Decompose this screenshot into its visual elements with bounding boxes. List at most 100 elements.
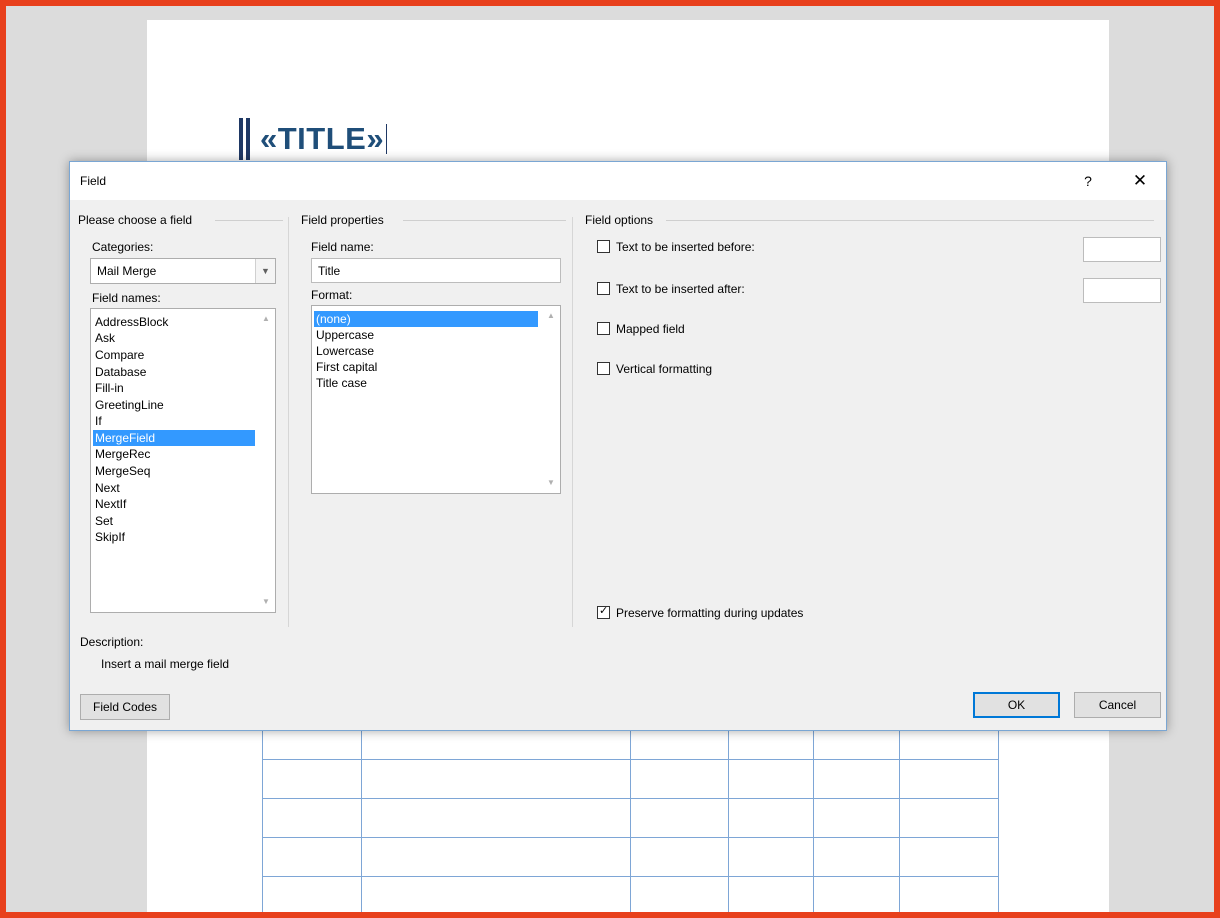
scroll-up-icon[interactable]: ▲ [257, 311, 275, 327]
table-cell[interactable] [361, 837, 631, 877]
paragraph-mark-bar [246, 118, 250, 160]
table-row [262, 837, 999, 877]
screenshot-frame: «TITLE» Field ? ✕ Please choose a field … [0, 0, 1220, 918]
scroll-down-icon[interactable]: ▼ [257, 594, 275, 610]
text-before-label: Text to be inserted before: [616, 240, 755, 254]
table-cell[interactable] [813, 837, 900, 877]
text-before-input[interactable] [1083, 237, 1161, 262]
table-cell[interactable] [899, 837, 999, 877]
table-cell[interactable] [899, 759, 999, 799]
chevron-down-icon[interactable]: ▼ [255, 259, 275, 283]
help-button[interactable]: ? [1074, 170, 1102, 192]
categories-value: Mail Merge [97, 264, 157, 278]
table-cell[interactable] [262, 798, 362, 838]
list-item[interactable]: MergeSeq [93, 463, 150, 479]
group-divider [215, 220, 283, 221]
group-title-field-properties: Field properties [301, 213, 384, 227]
table-cell[interactable] [361, 798, 631, 838]
table-cell[interactable] [728, 798, 814, 838]
vertical-formatting-label: Vertical formatting [616, 362, 713, 376]
list-item[interactable]: Uppercase [314, 327, 374, 343]
group-title-field-options: Field options [585, 213, 654, 227]
list-item-selected[interactable]: (none) [314, 311, 538, 327]
categories-dropdown[interactable]: Mail Merge ▼ [90, 258, 276, 284]
list-item[interactable]: Next [93, 480, 120, 496]
table-cell[interactable] [262, 876, 362, 912]
format-scrollbar[interactable]: ▲ ▼ [542, 306, 560, 493]
description-label: Description: [80, 635, 144, 649]
mapped-field-label: Mapped field [616, 322, 685, 336]
close-button[interactable]: ✕ [1124, 168, 1156, 194]
table-row [262, 876, 999, 912]
scroll-down-icon[interactable]: ▼ [542, 475, 560, 491]
text-after-label: Text to be inserted after: [616, 282, 745, 296]
list-item[interactable]: AddressBlock [93, 314, 168, 330]
checkmark-icon: ✓ [599, 605, 609, 617]
group-divider [666, 220, 1154, 221]
field-names-list[interactable]: AddressBlock Ask Compare Database Fill-i… [90, 308, 276, 613]
field-dialog: Field ? ✕ Please choose a field Categori… [69, 161, 1167, 731]
text-cursor [386, 124, 388, 154]
table-cell[interactable] [813, 876, 900, 912]
group-separator [572, 217, 573, 627]
list-item[interactable]: Lowercase [314, 343, 374, 359]
table-cell[interactable] [728, 837, 814, 877]
format-list[interactable]: (none) Uppercase Lowercase First capital… [311, 305, 561, 494]
table-row [262, 798, 999, 838]
table-cell[interactable] [728, 759, 814, 799]
table-cell[interactable] [630, 798, 729, 838]
table-cell[interactable] [728, 876, 814, 912]
list-item[interactable]: Title case [314, 375, 367, 391]
list-item[interactable]: MergeRec [93, 446, 150, 462]
table-cell[interactable] [899, 876, 999, 912]
vertical-formatting-checkbox[interactable] [597, 362, 610, 375]
group-separator [288, 217, 289, 627]
description-text: Insert a mail merge field [101, 657, 230, 671]
merge-field-title[interactable]: «TITLE» [260, 121, 384, 157]
dialog-title: Field [80, 174, 107, 188]
field-names-scrollbar[interactable]: ▲ ▼ [257, 309, 275, 612]
list-item[interactable]: NextIf [93, 496, 126, 512]
format-label: Format: [311, 288, 353, 302]
preserve-formatting-label: Preserve formatting during updates [616, 606, 804, 620]
table-cell[interactable] [361, 759, 631, 799]
table-cell[interactable] [262, 759, 362, 799]
group-divider [403, 220, 566, 221]
text-after-input[interactable] [1083, 278, 1161, 303]
dialog-titlebar[interactable]: Field ? ✕ [70, 162, 1166, 200]
paragraph-mark-bar [239, 118, 243, 160]
mapped-field-checkbox[interactable] [597, 322, 610, 335]
field-names-label: Field names: [92, 291, 161, 305]
text-after-checkbox[interactable] [597, 282, 610, 295]
list-item[interactable]: Compare [93, 347, 144, 363]
list-item[interactable]: GreetingLine [93, 397, 164, 413]
scroll-up-icon[interactable]: ▲ [542, 308, 560, 324]
list-item[interactable]: If [93, 413, 102, 429]
table-cell[interactable] [813, 798, 900, 838]
ok-button[interactable]: OK [973, 692, 1060, 718]
text-before-checkbox[interactable] [597, 240, 610, 253]
title-paragraph[interactable]: «TITLE» [239, 116, 388, 162]
field-name-value: Title [318, 264, 341, 278]
field-name-input[interactable]: Title [311, 258, 561, 283]
table-cell[interactable] [630, 876, 729, 912]
list-item[interactable]: Fill-in [93, 380, 124, 396]
cancel-button[interactable]: Cancel [1074, 692, 1161, 718]
categories-label: Categories: [92, 240, 154, 254]
table-cell[interactable] [630, 837, 729, 877]
list-item[interactable]: First capital [314, 359, 377, 375]
field-codes-button[interactable]: Field Codes [80, 694, 170, 720]
table-cell[interactable] [361, 876, 631, 912]
table-cell[interactable] [630, 759, 729, 799]
preserve-formatting-checkbox[interactable]: ✓ [597, 605, 610, 619]
document-table[interactable] [262, 720, 999, 912]
group-title-choose-field: Please choose a field [78, 213, 193, 227]
list-item[interactable]: Set [93, 513, 113, 529]
list-item[interactable]: Ask [93, 330, 115, 346]
table-cell[interactable] [813, 759, 900, 799]
list-item[interactable]: SkipIf [93, 529, 125, 545]
list-item[interactable]: Database [93, 364, 146, 380]
table-cell[interactable] [262, 837, 362, 877]
list-item-selected[interactable]: MergeField [93, 430, 255, 446]
table-cell[interactable] [899, 798, 999, 838]
